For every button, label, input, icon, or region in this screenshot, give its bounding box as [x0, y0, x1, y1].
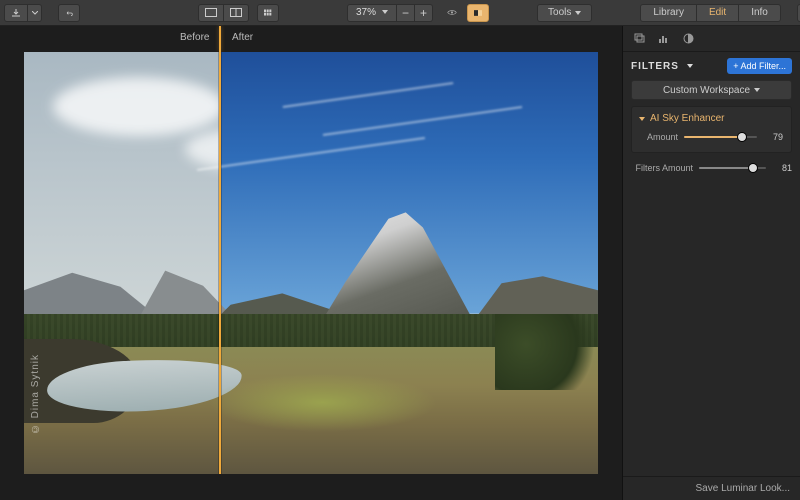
image-canvas[interactable]: © Dima Sytnik — [24, 52, 598, 474]
compare-view-button[interactable] — [224, 4, 249, 22]
import-button[interactable] — [4, 4, 28, 22]
before-after-labels — [0, 32, 622, 46]
mask-icon[interactable] — [681, 32, 695, 46]
filter-name[interactable]: AI Sky Enhancer — [640, 113, 783, 124]
panel-tool-row — [623, 26, 800, 52]
tab-edit[interactable]: Edit — [697, 4, 738, 22]
amount-label: Amount — [640, 132, 678, 142]
main-area: Before After — [0, 26, 800, 500]
photo-contents — [24, 52, 598, 474]
zoom-in-button[interactable]: + — [415, 4, 433, 22]
filters-amount-label: Filters Amount — [631, 163, 693, 173]
zoom-control: 37% − + — [347, 4, 433, 22]
single-view-button[interactable] — [198, 4, 224, 22]
tab-library[interactable]: Library — [640, 4, 697, 22]
undo-button[interactable] — [58, 4, 80, 22]
after-label: After — [232, 32, 253, 43]
gallery-view-button[interactable] — [257, 4, 279, 22]
quick-preview-button[interactable] — [441, 4, 463, 22]
histogram-icon[interactable] — [657, 32, 671, 46]
filters-panel: FILTERS + Add Filter... Custom Workspace… — [622, 26, 800, 500]
filters-header: FILTERS + Add Filter... — [623, 52, 800, 80]
canvas-area: Before After — [0, 26, 622, 500]
zoom-out-button[interactable]: − — [397, 4, 415, 22]
layers-icon[interactable] — [633, 32, 647, 46]
tools-menu[interactable]: Tools — [537, 4, 592, 22]
filters-title[interactable]: FILTERS — [631, 61, 693, 72]
tab-info[interactable]: Info — [738, 4, 781, 22]
workspace-selector[interactable]: Custom Workspace — [631, 80, 792, 100]
before-label: Before — [180, 32, 209, 43]
top-toolbar: 37% − + Tools Library Edit Info — [0, 0, 800, 26]
filters-amount-value: 81 — [772, 163, 792, 173]
chevron-down-icon — [378, 7, 388, 18]
save-look-button[interactable]: Save Luminar Look... — [623, 476, 800, 500]
filter-ai-sky-enhancer: AI Sky Enhancer Amount 79 — [631, 106, 792, 153]
compare-split-handle[interactable] — [219, 52, 221, 474]
split-line-top-ext — [219, 26, 221, 52]
view-mode-group — [198, 4, 249, 22]
filters-amount-slider[interactable]: Filters Amount 81 — [631, 163, 792, 173]
import-group — [4, 4, 42, 22]
watermark-text: © Dima Sytnik — [30, 354, 41, 434]
import-menu-button[interactable] — [28, 4, 42, 22]
before-after-toggle[interactable] — [467, 4, 489, 22]
mode-tabs: Library Edit Info — [640, 4, 781, 22]
add-filter-button[interactable]: + Add Filter... — [727, 58, 792, 74]
amount-slider[interactable]: Amount 79 — [640, 132, 783, 142]
zoom-value[interactable]: 37% — [347, 4, 397, 22]
chevron-down-icon — [683, 61, 693, 72]
amount-value: 79 — [763, 132, 783, 142]
